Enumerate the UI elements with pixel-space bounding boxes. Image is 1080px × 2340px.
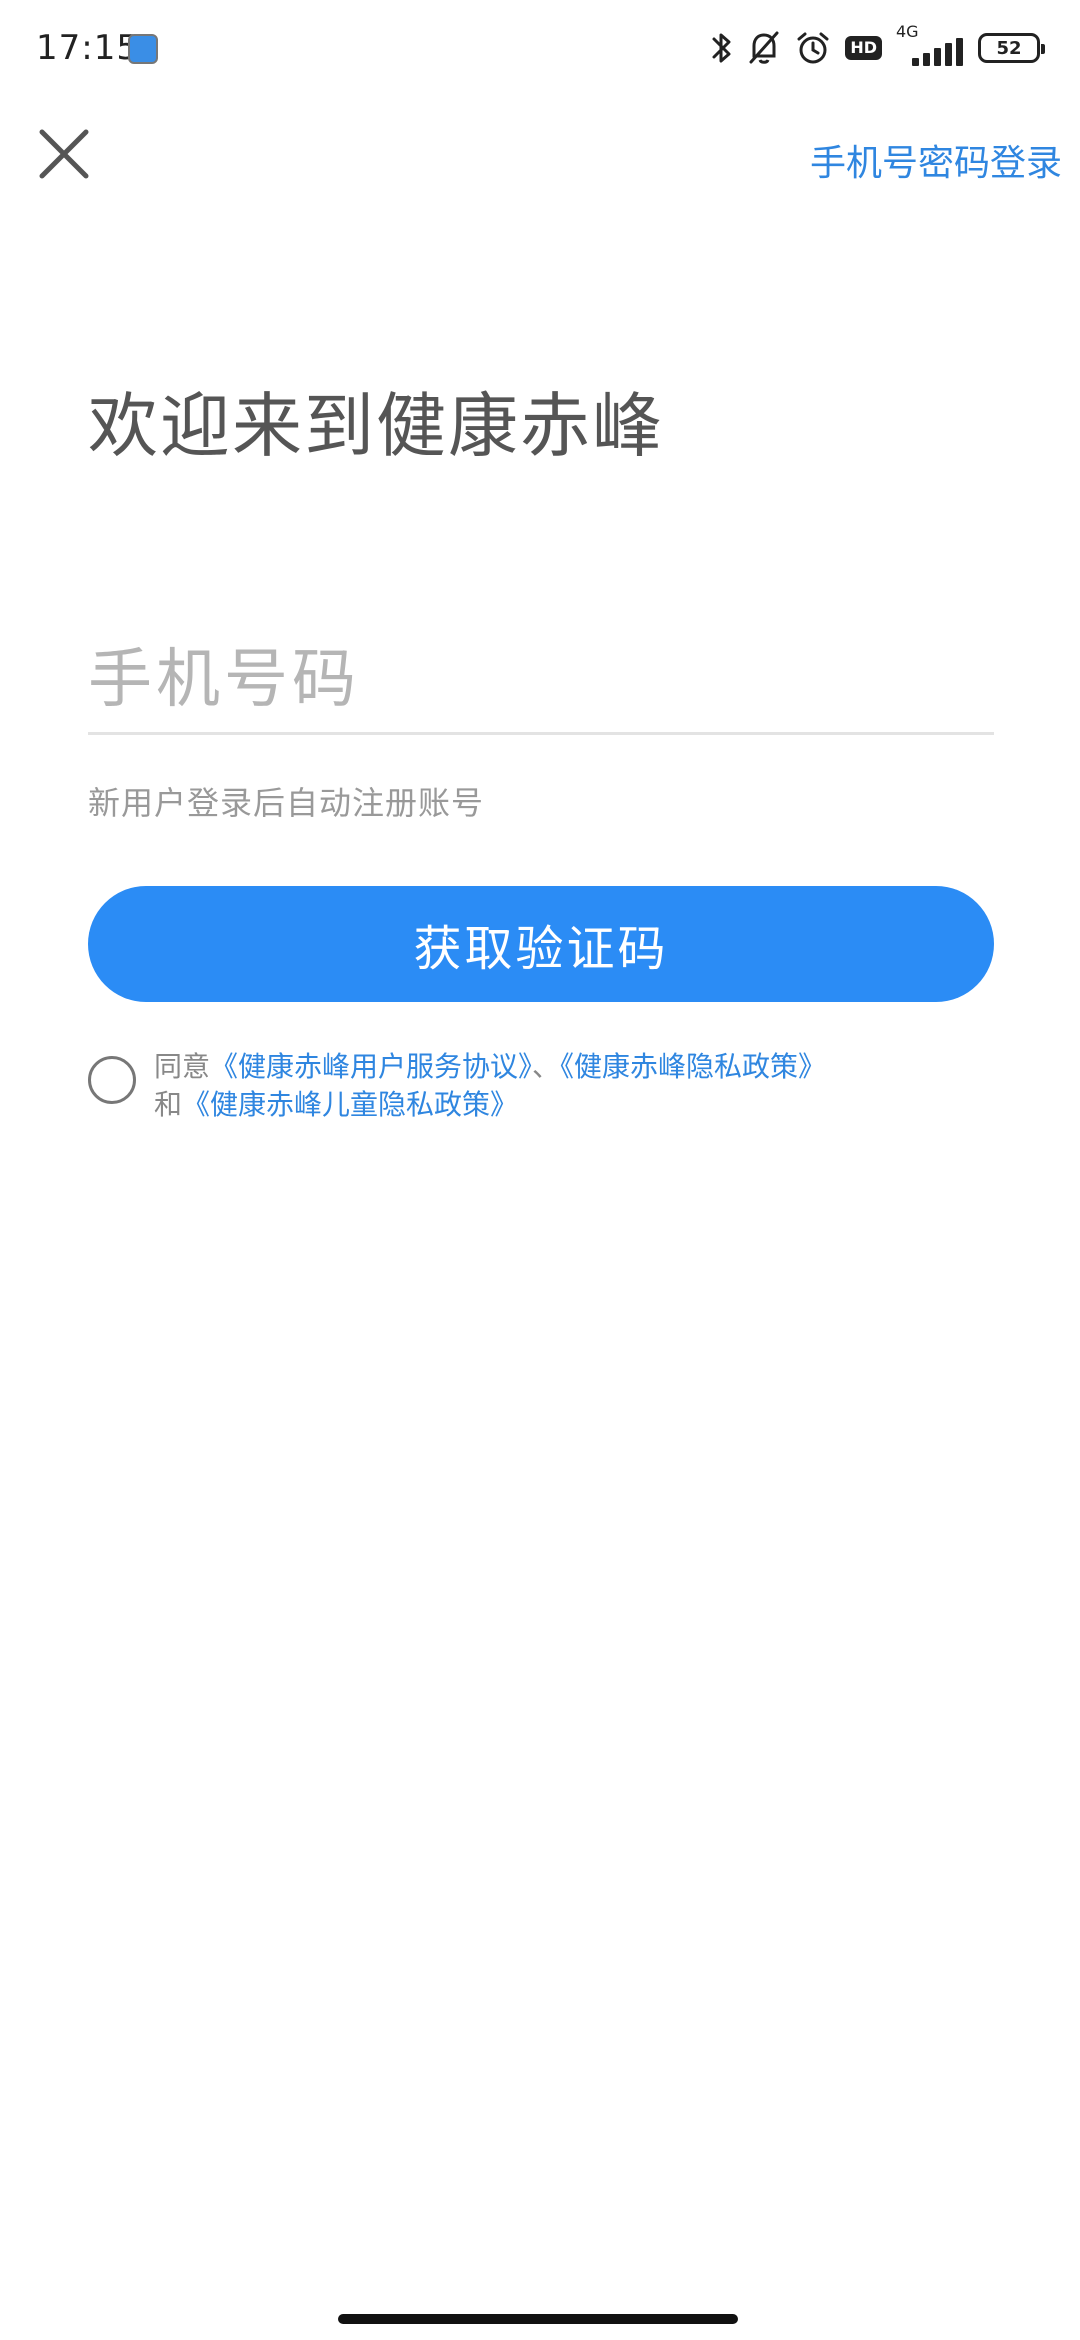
bluetooth-icon: [711, 30, 733, 66]
phone-input-container: [88, 630, 994, 735]
alarm-icon: [795, 30, 831, 66]
phone-number-input[interactable]: [88, 630, 994, 730]
page-title: 欢迎来到健康赤峰: [88, 385, 664, 467]
agreement-and: 和: [154, 1088, 183, 1121]
status-bar: 17:15 HD 4G 52: [0, 0, 1080, 96]
battery-level: 52: [996, 37, 1022, 59]
hd-icon: HD: [845, 36, 882, 60]
user-agreement-link[interactable]: 《健康赤峰用户服务协议》: [210, 1050, 532, 1083]
auto-register-hint: 新用户登录后自动注册账号: [88, 784, 485, 822]
home-indicator[interactable]: [338, 2314, 738, 2324]
password-login-link[interactable]: 手机号密码登录: [810, 134, 1062, 186]
get-verification-code-button[interactable]: 获取验证码: [88, 886, 994, 1002]
status-time: 17:15: [36, 28, 139, 68]
agreement-checkbox[interactable]: [88, 1056, 136, 1104]
agreement-text: 同意《健康赤峰用户服务协议》、《健康赤峰隐私政策》和《健康赤峰儿童隐私政策》: [154, 1048, 974, 1124]
child-privacy-policy-link[interactable]: 《健康赤峰儿童隐私政策》: [182, 1088, 518, 1121]
agreement-separator: 、: [532, 1050, 561, 1083]
battery-icon: 52: [978, 33, 1045, 63]
status-icons: HD 4G 52: [711, 22, 1045, 70]
agreement-prefix: 同意: [154, 1050, 211, 1083]
bell-off-icon: [747, 30, 781, 66]
app-notification-icon: [128, 34, 158, 64]
signal-icon: 4G: [896, 22, 964, 70]
close-icon[interactable]: [36, 126, 92, 182]
privacy-policy-link[interactable]: 《健康赤峰隐私政策》: [560, 1050, 826, 1083]
